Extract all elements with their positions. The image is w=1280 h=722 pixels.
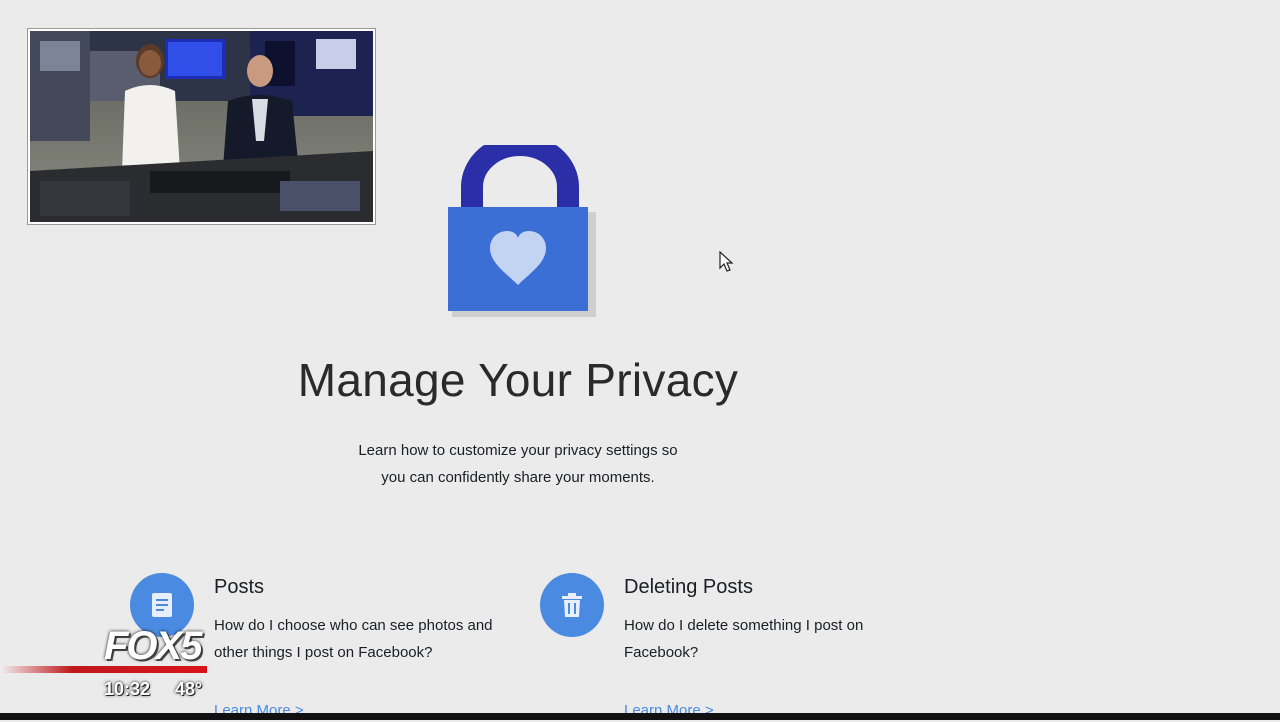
topic-description: How do I choose who can see photos and o… [214,612,514,666]
bottom-black-bar [0,713,1280,720]
subtitle-line: you can confidently share your moments. [381,469,655,486]
station-logo: FOX5 [104,624,202,668]
mouse-cursor-icon [719,251,734,272]
topic-description-line: How do I choose who can see photos and [214,617,493,634]
topic-description-line: How do I delete something I post on [624,617,864,634]
topic-description-line: Facebook? [624,644,699,661]
page-title: Manage Your Privacy [297,354,739,406]
topic-heading[interactable]: Deleting Posts [624,576,753,599]
document-icon [152,593,172,617]
trash-icon [562,593,582,617]
topic-badge [540,573,604,637]
topic-heading[interactable]: Posts [214,576,264,599]
broadcast-temperature: 48° [175,679,203,699]
topic-card-deleting-posts[interactable]: Deleting Posts How do I delete something… [540,572,920,722]
page-subtitle: Learn how to customize your privacy sett… [318,437,718,491]
topic-description-line: other things I post on Facebook? [214,644,433,661]
broadcast-clock: 10:32 [104,679,151,699]
subtitle-line: Learn how to customize your privacy sett… [358,442,678,459]
video-inset [28,29,375,224]
topic-description: How do I delete something I post on Face… [624,612,924,666]
studio-video-frame [30,31,373,222]
padlock-heart-icon [448,145,596,317]
